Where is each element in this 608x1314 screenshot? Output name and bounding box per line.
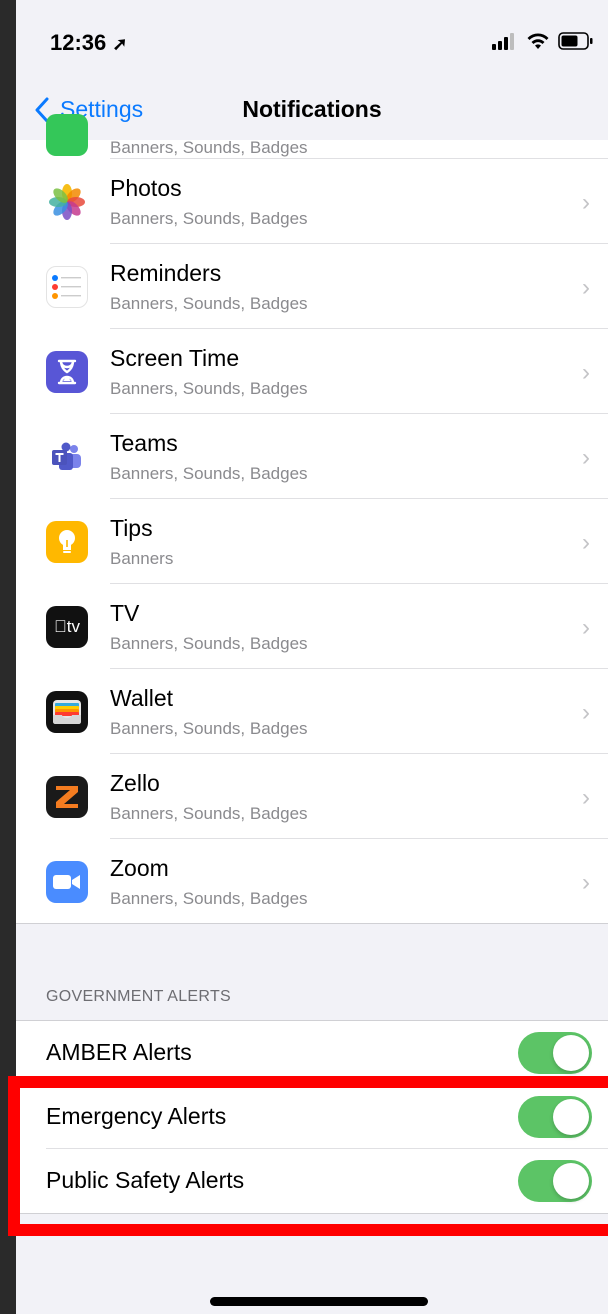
list-item-subtitle: Banners, Sounds, Badges xyxy=(110,634,308,653)
tv-icon-text: tv xyxy=(60,617,80,636)
list-item[interactable]: Zello Banners, Sounds, Badges › xyxy=(16,754,608,839)
list-item-title: Zoom xyxy=(110,855,169,881)
chevron-right-icon: › xyxy=(582,869,590,896)
list-item-subtitle: Banners, Sounds, Badges xyxy=(110,379,308,398)
list-item-subtitle: Banners, Sounds, Badges xyxy=(110,719,308,738)
list-item-subtitle: Banners, Sounds, Badges xyxy=(110,889,308,908)
amber-alerts-label: AMBER Alerts xyxy=(46,1039,192,1065)
list-item-title: Wallet xyxy=(110,685,174,711)
home-indicator xyxy=(210,1297,428,1306)
cellular-signal-icon xyxy=(492,33,514,50)
list-item-title: TV xyxy=(110,600,140,626)
wallet-icon xyxy=(46,691,88,733)
amber-alerts-toggle[interactable] xyxy=(518,1032,592,1074)
list-item[interactable]: Reminders Banners, Sounds, Badges › xyxy=(16,244,608,329)
photos-icon xyxy=(46,181,88,223)
chevron-right-icon: › xyxy=(582,529,590,556)
list-item-subtitle: Banners, Sounds, Badges xyxy=(110,138,308,157)
list-item-subtitle: Banners, Sounds, Badges xyxy=(110,294,308,313)
list-item-title: Photos xyxy=(110,175,182,201)
list-item-title: Reminders xyxy=(110,260,222,286)
list-item-subtitle: Banners, Sounds, Badges xyxy=(110,464,308,483)
chevron-right-icon: › xyxy=(582,784,590,811)
list-item[interactable]: Tips Banners › xyxy=(16,499,608,584)
chevron-right-icon: › xyxy=(582,699,590,726)
battery-icon xyxy=(558,32,593,50)
time-label: 12:36 xyxy=(50,30,107,55)
chevron-right-icon: › xyxy=(582,359,590,386)
navigation-bar: Settings Notifications xyxy=(16,88,608,141)
screen-time-icon xyxy=(46,351,88,393)
divider xyxy=(16,923,608,924)
list-item-subtitle: Banners, Sounds, Badges xyxy=(110,804,308,823)
page-title: Notifications xyxy=(242,96,382,122)
status-bar: 12:36 ➚ xyxy=(16,0,608,88)
tips-icon xyxy=(46,521,88,563)
list-item[interactable]: tv TV Banners, Sounds, Badges › xyxy=(16,584,608,669)
chevron-right-icon: › xyxy=(582,189,590,216)
list-item[interactable]: Photos Banners, Sounds, Badges › xyxy=(16,159,608,244)
list-item[interactable]: Zoom Banners, Sounds, Badges › xyxy=(16,839,608,924)
app-notifications-list: Banners, Sounds, Badges Photos Banners, … xyxy=(16,114,608,924)
list-item[interactable]: Teams Banners, Sounds, Badges › xyxy=(16,414,608,499)
list-item-title: Tips xyxy=(110,515,153,541)
list-item-subtitle: Banners xyxy=(110,549,174,568)
list-item-title: Teams xyxy=(110,430,178,456)
chevron-right-icon: › xyxy=(582,274,590,301)
list-item[interactable]: Wallet Banners, Sounds, Badges › xyxy=(16,669,608,754)
status-time: 12:36 ➚ xyxy=(50,30,128,56)
highlight-box xyxy=(8,1076,608,1236)
tv-icon: tv xyxy=(46,606,88,648)
chevron-right-icon: › xyxy=(582,614,590,641)
zello-icon xyxy=(46,776,88,818)
messages-icon xyxy=(46,114,88,156)
list-item-title: Zello xyxy=(110,770,160,796)
list-item-title: Screen Time xyxy=(110,345,240,371)
zoom-icon xyxy=(46,861,88,903)
section-header-government-alerts: GOVERNMENT ALERTS xyxy=(46,988,231,1005)
list-item[interactable]: Screen Time Banners, Sounds, Badges › xyxy=(16,329,608,414)
list-item[interactable]: Banners, Sounds, Badges xyxy=(16,114,608,159)
wifi-icon xyxy=(527,33,549,49)
teams-icon xyxy=(46,436,88,478)
reminders-icon xyxy=(46,266,88,308)
toggle-knob xyxy=(553,1035,589,1071)
location-arrow-icon: ➚ xyxy=(112,34,128,54)
chevron-right-icon: › xyxy=(582,444,590,471)
list-item-subtitle: Banners, Sounds, Badges xyxy=(110,209,308,228)
